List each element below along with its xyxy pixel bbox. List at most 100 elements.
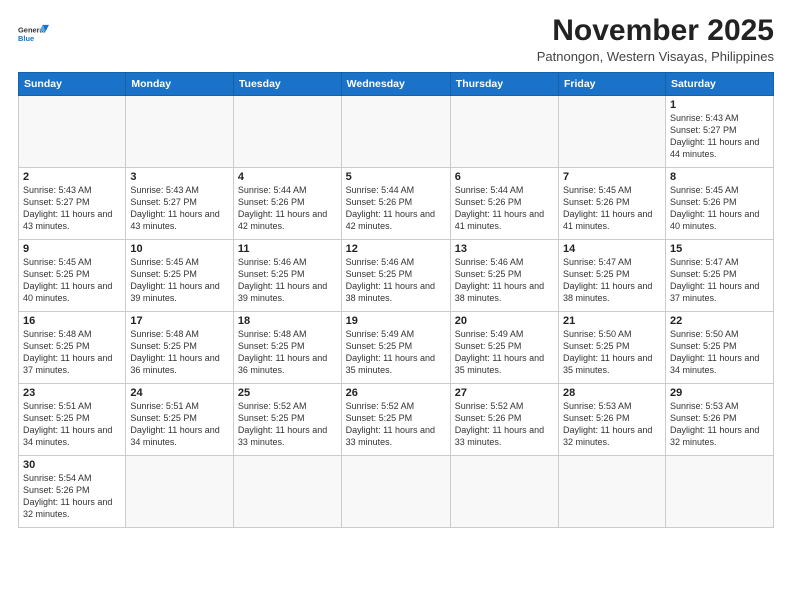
day-info: Sunrise: 5:50 AM Sunset: 5:25 PM Dayligh… [670, 328, 769, 377]
header-row: Sunday Monday Tuesday Wednesday Thursday… [19, 73, 774, 96]
subtitle: Patnongon, Western Visayas, Philippines [537, 49, 774, 64]
day-info: Sunrise: 5:45 AM Sunset: 5:25 PM Dayligh… [23, 256, 121, 305]
day-info: Sunrise: 5:43 AM Sunset: 5:27 PM Dayligh… [670, 112, 769, 161]
day-number: 18 [238, 315, 337, 327]
calendar-day [126, 96, 234, 168]
day-number: 3 [130, 171, 229, 183]
calendar-day: 19Sunrise: 5:49 AM Sunset: 5:25 PM Dayli… [341, 312, 450, 384]
col-tuesday: Tuesday [233, 73, 341, 96]
calendar-day: 13Sunrise: 5:46 AM Sunset: 5:25 PM Dayli… [450, 240, 558, 312]
calendar-day: 12Sunrise: 5:46 AM Sunset: 5:25 PM Dayli… [341, 240, 450, 312]
header: GeneralBlue November 2025 Patnongon, Wes… [18, 14, 774, 64]
day-number: 2 [23, 171, 121, 183]
day-info: Sunrise: 5:47 AM Sunset: 5:25 PM Dayligh… [670, 256, 769, 305]
day-info: Sunrise: 5:43 AM Sunset: 5:27 PM Dayligh… [130, 184, 229, 233]
day-number: 14 [563, 243, 661, 255]
day-number: 8 [670, 171, 769, 183]
col-saturday: Saturday [665, 73, 773, 96]
calendar-day: 14Sunrise: 5:47 AM Sunset: 5:25 PM Dayli… [559, 240, 666, 312]
day-number: 4 [238, 171, 337, 183]
day-info: Sunrise: 5:52 AM Sunset: 5:25 PM Dayligh… [346, 400, 446, 449]
calendar-day: 6Sunrise: 5:44 AM Sunset: 5:26 PM Daylig… [450, 168, 558, 240]
day-number: 25 [238, 387, 337, 399]
calendar: Sunday Monday Tuesday Wednesday Thursday… [18, 72, 774, 528]
calendar-day: 10Sunrise: 5:45 AM Sunset: 5:25 PM Dayli… [126, 240, 234, 312]
logo: GeneralBlue [18, 18, 50, 50]
calendar-week-5: 23Sunrise: 5:51 AM Sunset: 5:25 PM Dayli… [19, 384, 774, 456]
calendar-day [559, 96, 666, 168]
calendar-day: 7Sunrise: 5:45 AM Sunset: 5:26 PM Daylig… [559, 168, 666, 240]
calendar-day: 16Sunrise: 5:48 AM Sunset: 5:25 PM Dayli… [19, 312, 126, 384]
day-info: Sunrise: 5:46 AM Sunset: 5:25 PM Dayligh… [238, 256, 337, 305]
calendar-day: 2Sunrise: 5:43 AM Sunset: 5:27 PM Daylig… [19, 168, 126, 240]
calendar-day [559, 456, 666, 528]
calendar-week-2: 2Sunrise: 5:43 AM Sunset: 5:27 PM Daylig… [19, 168, 774, 240]
day-number: 15 [670, 243, 769, 255]
col-sunday: Sunday [19, 73, 126, 96]
calendar-day [19, 96, 126, 168]
day-info: Sunrise: 5:50 AM Sunset: 5:25 PM Dayligh… [563, 328, 661, 377]
calendar-day: 3Sunrise: 5:43 AM Sunset: 5:27 PM Daylig… [126, 168, 234, 240]
col-monday: Monday [126, 73, 234, 96]
day-number: 27 [455, 387, 554, 399]
day-number: 11 [238, 243, 337, 255]
calendar-day: 20Sunrise: 5:49 AM Sunset: 5:25 PM Dayli… [450, 312, 558, 384]
day-number: 17 [130, 315, 229, 327]
col-wednesday: Wednesday [341, 73, 450, 96]
calendar-day: 15Sunrise: 5:47 AM Sunset: 5:25 PM Dayli… [665, 240, 773, 312]
calendar-day: 29Sunrise: 5:53 AM Sunset: 5:26 PM Dayli… [665, 384, 773, 456]
calendar-day: 21Sunrise: 5:50 AM Sunset: 5:25 PM Dayli… [559, 312, 666, 384]
day-info: Sunrise: 5:46 AM Sunset: 5:25 PM Dayligh… [455, 256, 554, 305]
day-info: Sunrise: 5:45 AM Sunset: 5:26 PM Dayligh… [670, 184, 769, 233]
calendar-day: 23Sunrise: 5:51 AM Sunset: 5:25 PM Dayli… [19, 384, 126, 456]
calendar-day: 11Sunrise: 5:46 AM Sunset: 5:25 PM Dayli… [233, 240, 341, 312]
day-number: 5 [346, 171, 446, 183]
day-info: Sunrise: 5:53 AM Sunset: 5:26 PM Dayligh… [563, 400, 661, 449]
calendar-day: 4Sunrise: 5:44 AM Sunset: 5:26 PM Daylig… [233, 168, 341, 240]
day-number: 29 [670, 387, 769, 399]
day-number: 1 [670, 99, 769, 111]
calendar-day: 25Sunrise: 5:52 AM Sunset: 5:25 PM Dayli… [233, 384, 341, 456]
day-number: 10 [130, 243, 229, 255]
calendar-week-1: 1Sunrise: 5:43 AM Sunset: 5:27 PM Daylig… [19, 96, 774, 168]
calendar-day [665, 456, 773, 528]
day-number: 26 [346, 387, 446, 399]
calendar-day [233, 96, 341, 168]
day-number: 21 [563, 315, 661, 327]
calendar-day [450, 96, 558, 168]
calendar-day: 28Sunrise: 5:53 AM Sunset: 5:26 PM Dayli… [559, 384, 666, 456]
day-info: Sunrise: 5:53 AM Sunset: 5:26 PM Dayligh… [670, 400, 769, 449]
calendar-day: 22Sunrise: 5:50 AM Sunset: 5:25 PM Dayli… [665, 312, 773, 384]
day-info: Sunrise: 5:44 AM Sunset: 5:26 PM Dayligh… [238, 184, 337, 233]
calendar-day: 17Sunrise: 5:48 AM Sunset: 5:25 PM Dayli… [126, 312, 234, 384]
calendar-day [341, 456, 450, 528]
calendar-day [341, 96, 450, 168]
day-info: Sunrise: 5:48 AM Sunset: 5:25 PM Dayligh… [238, 328, 337, 377]
svg-text:Blue: Blue [18, 34, 34, 43]
day-info: Sunrise: 5:43 AM Sunset: 5:27 PM Dayligh… [23, 184, 121, 233]
calendar-day [450, 456, 558, 528]
day-number: 20 [455, 315, 554, 327]
day-number: 6 [455, 171, 554, 183]
calendar-body: 1Sunrise: 5:43 AM Sunset: 5:27 PM Daylig… [19, 96, 774, 528]
logo-icon: GeneralBlue [18, 18, 50, 50]
calendar-day [126, 456, 234, 528]
main-title: November 2025 [537, 14, 774, 47]
day-number: 28 [563, 387, 661, 399]
col-friday: Friday [559, 73, 666, 96]
calendar-day: 1Sunrise: 5:43 AM Sunset: 5:27 PM Daylig… [665, 96, 773, 168]
day-info: Sunrise: 5:47 AM Sunset: 5:25 PM Dayligh… [563, 256, 661, 305]
day-info: Sunrise: 5:54 AM Sunset: 5:26 PM Dayligh… [23, 472, 121, 521]
day-number: 19 [346, 315, 446, 327]
calendar-week-3: 9Sunrise: 5:45 AM Sunset: 5:25 PM Daylig… [19, 240, 774, 312]
calendar-week-4: 16Sunrise: 5:48 AM Sunset: 5:25 PM Dayli… [19, 312, 774, 384]
day-info: Sunrise: 5:45 AM Sunset: 5:26 PM Dayligh… [563, 184, 661, 233]
calendar-day: 8Sunrise: 5:45 AM Sunset: 5:26 PM Daylig… [665, 168, 773, 240]
calendar-header: Sunday Monday Tuesday Wednesday Thursday… [19, 73, 774, 96]
day-info: Sunrise: 5:44 AM Sunset: 5:26 PM Dayligh… [346, 184, 446, 233]
day-number: 12 [346, 243, 446, 255]
calendar-day: 9Sunrise: 5:45 AM Sunset: 5:25 PM Daylig… [19, 240, 126, 312]
calendar-day [233, 456, 341, 528]
title-block: November 2025 Patnongon, Western Visayas… [537, 14, 774, 64]
calendar-day: 24Sunrise: 5:51 AM Sunset: 5:25 PM Dayli… [126, 384, 234, 456]
